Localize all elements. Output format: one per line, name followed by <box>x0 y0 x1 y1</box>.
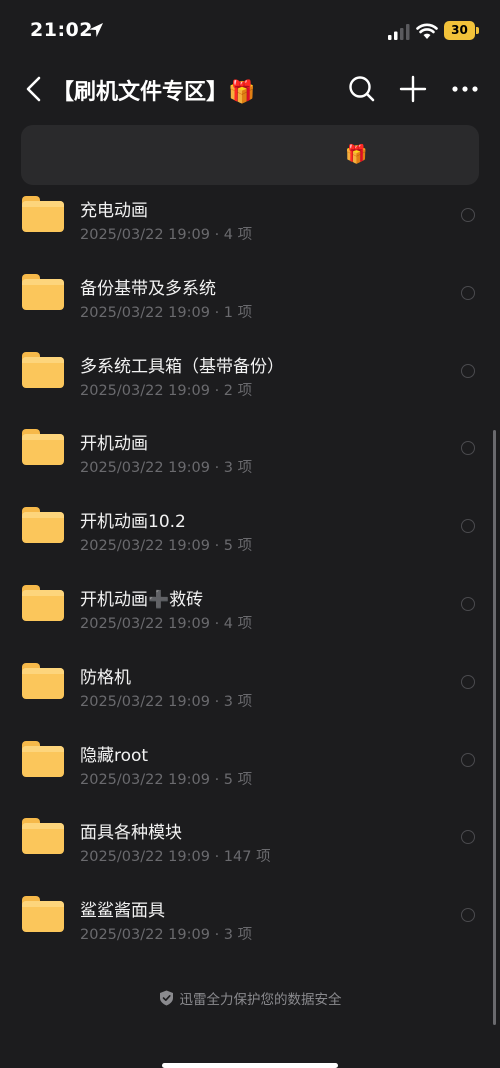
file-name: 防格机 <box>80 667 131 688</box>
file-name: 充电动画 <box>80 201 148 221</box>
folder-body <box>22 356 64 388</box>
file-meta: 2025/03/22 19:09 · 1 项 <box>80 304 253 321</box>
file-meta: 2025/03/22 19:09 · 3 项 <box>80 927 253 944</box>
more-icon[interactable] <box>450 74 480 104</box>
select-radio[interactable] <box>461 597 475 611</box>
file-name: 开机动画➕救砖 <box>80 590 204 610</box>
file-name: 多系统工具箱（基带备份） <box>80 356 284 377</box>
folder-icon <box>22 351 64 388</box>
file-name: 备份基带及多系统 <box>80 278 216 299</box>
file-meta: 2025/03/22 19:09 · 3 项 <box>80 693 253 710</box>
folder-body <box>22 201 64 232</box>
file-meta: 2025/03/22 19:09 · 4 项 <box>80 227 253 243</box>
file-row[interactable]: 开机动画 2025/03/22 19:09 · 3 项 <box>0 421 500 499</box>
select-radio[interactable] <box>461 208 475 222</box>
folder-body <box>22 745 64 777</box>
file-row[interactable]: 备份基带及多系统 2025/03/22 19:09 · 1 项 <box>0 266 500 344</box>
folder-body <box>22 667 64 699</box>
select-radio[interactable] <box>461 441 475 456</box>
file-row[interactable]: 多系统工具箱（基带备份） 2025/03/22 19:09 · 2 项 <box>0 344 500 422</box>
folder-icon <box>22 740 64 777</box>
file-row[interactable]: 开机动画10.2 2025/03/22 19:09 · 5 项 <box>0 499 500 577</box>
folder-icon <box>22 507 64 544</box>
file-row[interactable]: 充电动画 2025/03/22 19:09 · 4 项 <box>0 188 500 266</box>
cellular-signal-icon <box>388 24 410 40</box>
wifi-icon <box>416 23 438 39</box>
screen: 21:02 30 【刷机文件专区】🎁 🎁 充电动画 2025/03/22 19:… <box>0 0 500 1068</box>
file-name: 鲨鲨酱面具 <box>80 901 165 922</box>
file-meta: 2025/03/22 19:09 · 3 项 <box>80 460 253 477</box>
folder-icon <box>22 585 64 621</box>
folder-icon <box>22 662 64 699</box>
file-meta: 2025/03/22 19:09 · 2 项 <box>80 382 253 399</box>
file-row[interactable]: 防格机 2025/03/22 19:09 · 3 项 <box>0 655 500 733</box>
status-bar: 21:02 30 <box>0 0 500 60</box>
select-radio[interactable] <box>461 752 475 767</box>
folder-icon <box>22 196 64 232</box>
folder-icon <box>22 273 64 310</box>
file-name: 面具各种模块 <box>80 823 182 844</box>
security-footer: 迅雷全力保护您的数据安全 <box>0 988 500 1008</box>
nav-bar: 【刷机文件专区】🎁 <box>0 62 500 116</box>
file-row[interactable]: 开机动画➕救砖 2025/03/22 19:09 · 4 项 <box>0 577 500 655</box>
folder-body <box>22 278 64 310</box>
select-radio[interactable] <box>461 674 475 689</box>
gift-icon: 🎁 <box>345 144 368 165</box>
folder-body <box>22 901 64 933</box>
battery-indicator: 30 <box>444 21 475 40</box>
search-icon[interactable] <box>347 74 377 104</box>
back-icon[interactable] <box>20 72 48 106</box>
status-time: 21:02 <box>30 19 93 41</box>
add-icon[interactable] <box>398 74 428 104</box>
shield-icon <box>159 990 173 1006</box>
file-meta: 2025/03/22 19:09 · 147 项 <box>80 849 271 866</box>
battery-nub <box>476 27 479 34</box>
location-arrow-icon <box>89 23 103 37</box>
file-name: 隐藏root <box>80 745 149 766</box>
select-radio[interactable] <box>461 908 475 923</box>
select-radio[interactable] <box>461 285 475 300</box>
folder-icon <box>22 896 64 933</box>
folder-body <box>22 590 64 621</box>
scrollbar[interactable] <box>493 430 496 1025</box>
file-row[interactable]: 隐藏root 2025/03/22 19:09 · 5 项 <box>0 733 500 811</box>
page-title: 【刷机文件专区】🎁 <box>52 80 256 105</box>
footer-text: 迅雷全力保护您的数据安全 <box>179 992 342 1008</box>
folder-body <box>22 512 64 544</box>
file-meta: 2025/03/22 19:09 · 5 项 <box>80 538 253 555</box>
file-row[interactable]: 面具各种模块 2025/03/22 19:09 · 147 项 <box>0 810 500 888</box>
select-radio[interactable] <box>461 519 475 534</box>
folder-body <box>22 434 64 466</box>
select-radio[interactable] <box>461 363 475 378</box>
file-meta: 2025/03/22 19:09 · 5 项 <box>80 771 253 788</box>
home-indicator[interactable] <box>162 1063 338 1068</box>
folder-icon <box>22 429 64 466</box>
file-row[interactable]: 鲨鲨酱面具 2025/03/22 19:09 · 3 项 <box>0 888 500 966</box>
file-name: 开机动画10.2 <box>80 512 186 533</box>
folder-body <box>22 823 64 855</box>
folder-icon <box>22 818 64 855</box>
select-radio[interactable] <box>461 830 475 845</box>
promo-banner[interactable]: 🎁 <box>21 125 479 185</box>
file-meta: 2025/03/22 19:09 · 4 项 <box>80 616 253 632</box>
file-name: 开机动画 <box>80 434 148 455</box>
